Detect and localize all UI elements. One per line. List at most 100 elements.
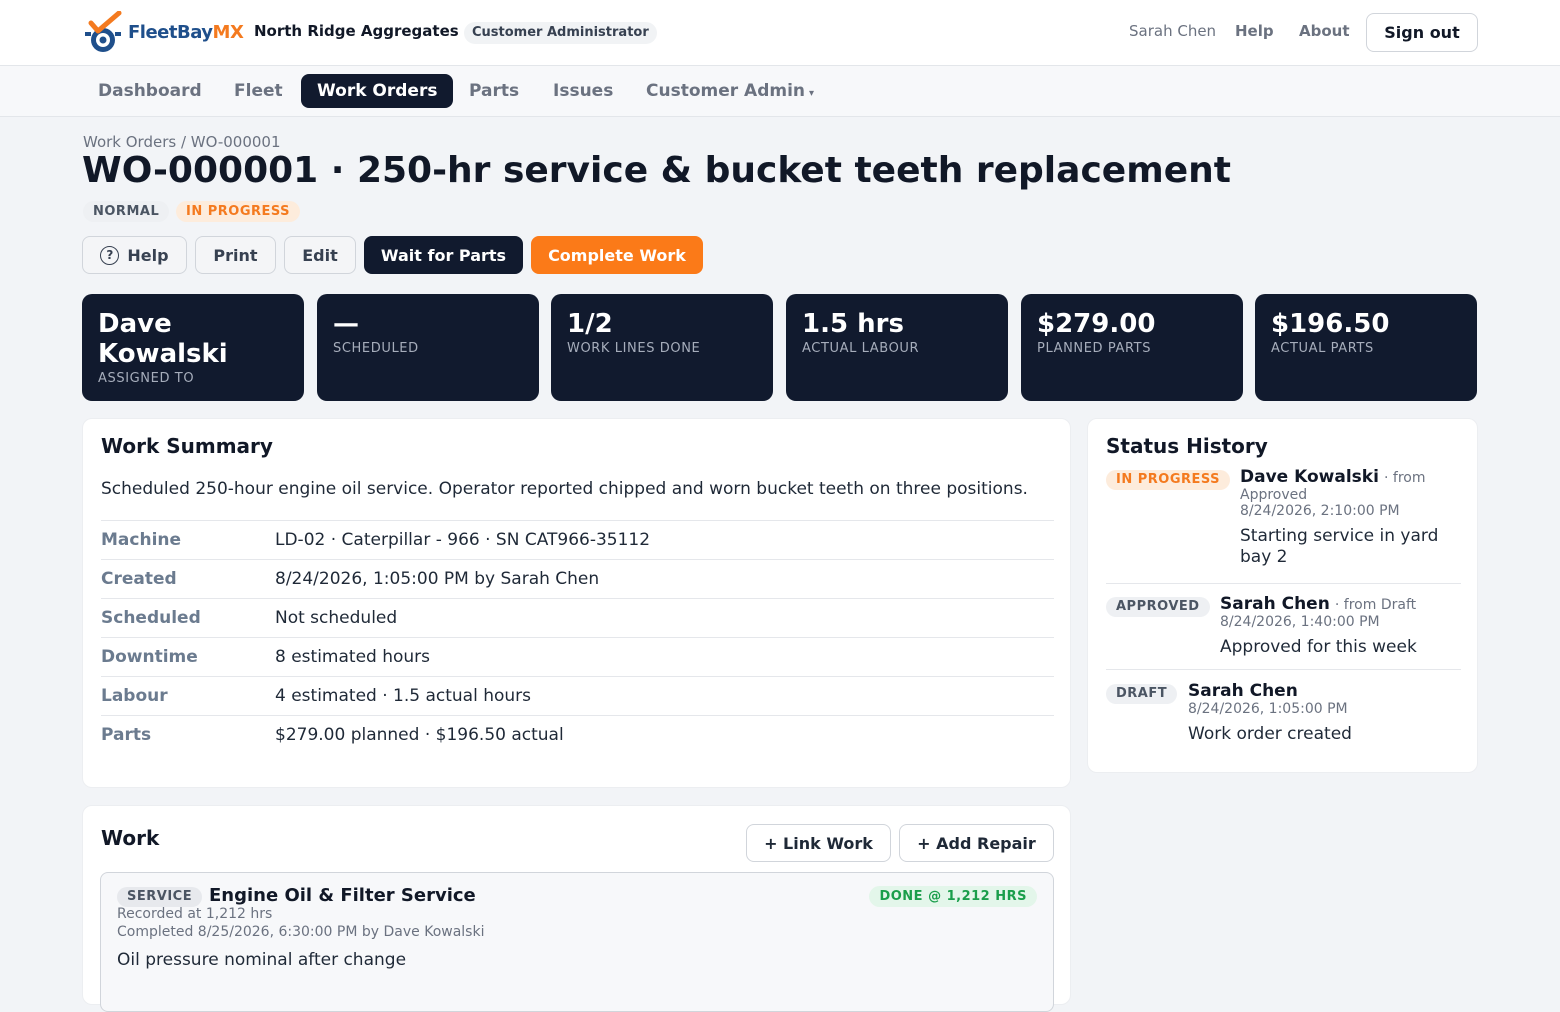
page-title: WO-000001 · 250-hr service & bucket teet… [82, 150, 1231, 191]
work-line-type-badge: SERVICE [117, 887, 203, 907]
history-user: Sarah Chen [1188, 681, 1298, 701]
complete-work-button[interactable]: Complete Work [531, 236, 703, 274]
history-from: · from [1384, 470, 1426, 486]
stat-label: ACTUAL PARTS [1271, 341, 1374, 356]
summary-key: Created [101, 569, 177, 589]
org-name: North Ridge Aggregates [254, 22, 459, 40]
summary-row-parts: Parts $279.00 planned · $196.50 actual [101, 715, 1054, 754]
history-note: Work order created [1188, 724, 1352, 744]
history-time: 8/24/2026, 1:05:00 PM [1188, 701, 1348, 717]
history-time: 8/24/2026, 2:10:00 PM [1240, 503, 1400, 519]
history-entry: IN PROGRESS Dave Kowalski · from Approve… [1106, 467, 1461, 584]
history-entry-body: Sarah Chen · from Draft 8/24/2026, 1:40:… [1220, 594, 1461, 658]
summary-key: Scheduled [101, 608, 201, 628]
summary-key: Downtime [101, 647, 198, 667]
history-status-badge: APPROVED [1106, 597, 1210, 617]
brand-name: FleetBayMX [128, 21, 244, 43]
stat-value: $196.50 [1271, 309, 1390, 339]
stat-label: SCHEDULED [333, 341, 419, 356]
stat-value: 1/2 [567, 309, 613, 339]
work-line-completed: Completed 8/25/2026, 6:30:00 PM by Dave … [117, 924, 485, 940]
summary-value: $279.00 planned · $196.50 actual [275, 725, 564, 745]
stat-label: ASSIGNED TO [98, 371, 195, 386]
stat-scheduled: — SCHEDULED [317, 294, 539, 401]
work-line-title: Engine Oil & Filter Service [209, 885, 476, 906]
work-line-note: Oil pressure nominal after change [117, 950, 407, 970]
main-nav: Dashboard Fleet Work Orders Parts Issues… [0, 66, 1560, 117]
role-badge: Customer Administrator [464, 22, 657, 44]
history-note: Starting service in yard bay 2 [1240, 526, 1439, 567]
work-summary-panel: Work Summary Scheduled 250-hour engine o… [82, 418, 1071, 788]
history-user: Sarah Chen [1220, 594, 1330, 614]
help-button-label: Help [127, 245, 169, 265]
add-repair-button[interactable]: + Add Repair [899, 824, 1054, 862]
chevron-down-icon: ▾ [809, 88, 815, 99]
history-entry-body: Dave Kowalski · from Approved 8/24/2026,… [1240, 467, 1461, 568]
summary-row-created: Created 8/24/2026, 1:05:00 PM by Sarah C… [101, 559, 1054, 598]
about-link[interactable]: About [1299, 22, 1350, 40]
nav-issues[interactable]: Issues [537, 74, 629, 108]
stat-assigned-to: Dave Kowalski ASSIGNED TO [82, 294, 304, 401]
work-panel: Work + Link Work + Add Repair SERVICE En… [82, 805, 1071, 1012]
history-status-badge: IN PROGRESS [1106, 470, 1231, 490]
priority-badge: NORMAL [83, 201, 170, 222]
nav-work-orders[interactable]: Work Orders [301, 74, 454, 108]
status-badge: IN PROGRESS [176, 201, 301, 222]
stat-value: — [333, 309, 359, 339]
work-title: Work [101, 826, 160, 850]
stat-label: PLANNED PARTS [1037, 341, 1152, 356]
stat-label: WORK LINES DONE [567, 341, 701, 356]
history-time: 8/24/2026, 1:40:00 PM [1220, 614, 1380, 630]
top-header: FleetBayMX North Ridge Aggregates Custom… [0, 0, 1560, 66]
stat-value: 1.5 hrs [802, 309, 904, 339]
breadcrumb[interactable]: Work Orders / WO-000001 [83, 133, 281, 151]
history-entry: APPROVED Sarah Chen · from Draft 8/24/20… [1106, 594, 1461, 670]
history-from-status: Approved [1240, 487, 1308, 503]
history-note: Approved for this week [1220, 637, 1417, 657]
nav-dashboard[interactable]: Dashboard [82, 74, 218, 108]
nav-fleet[interactable]: Fleet [218, 74, 299, 108]
help-icon: ? [100, 245, 120, 265]
history-status-badge: DRAFT [1106, 684, 1178, 704]
summary-key: Labour [101, 686, 168, 706]
nav-customer-admin[interactable]: Customer Admin ▾ [630, 74, 830, 108]
nav-parts[interactable]: Parts [453, 74, 535, 108]
status-history-title: Status History [1106, 434, 1268, 458]
work-summary-title: Work Summary [101, 434, 273, 458]
help-button[interactable]: ? Help [82, 236, 187, 274]
status-history-panel: Status History IN PROGRESS Dave Kowalski… [1087, 418, 1478, 773]
stat-value: $279.00 [1037, 309, 1156, 339]
stat-work-lines-done: 1/2 WORK LINES DONE [551, 294, 773, 401]
brand-name-mx: MX [212, 21, 244, 43]
stat-planned-parts: $279.00 PLANNED PARTS [1021, 294, 1243, 401]
summary-value: Not scheduled [275, 608, 398, 628]
summary-value: 8 estimated hours [275, 647, 431, 667]
history-user: Dave Kowalski [1240, 467, 1379, 487]
summary-value: 8/24/2026, 1:05:00 PM by Sarah Chen [275, 569, 600, 589]
link-work-button[interactable]: + Link Work [746, 824, 891, 862]
help-link[interactable]: Help [1235, 22, 1274, 40]
summary-value: 4 estimated · 1.5 actual hours [275, 686, 532, 706]
print-button[interactable]: Print [195, 236, 276, 274]
summary-key: Machine [101, 530, 182, 550]
summary-row-downtime: Downtime 8 estimated hours [101, 637, 1054, 676]
logo-mark-icon [83, 10, 127, 53]
sign-out-button[interactable]: Sign out [1366, 13, 1478, 52]
current-user-name: Sarah Chen [1129, 22, 1217, 40]
brand-logo[interactable]: FleetBayMX [83, 10, 244, 53]
history-from: · from Draft [1334, 597, 1417, 613]
work-line-recorded: Recorded at 1,212 hrs [117, 906, 273, 922]
summary-row-labour: Labour 4 estimated · 1.5 actual hours [101, 676, 1054, 715]
work-line-done-badge: DONE @ 1,212 HRS [869, 886, 1037, 907]
wait-for-parts-button[interactable]: Wait for Parts [364, 236, 523, 274]
brand-name-fleet: FleetBay [128, 21, 213, 43]
summary-row-scheduled: Scheduled Not scheduled [101, 598, 1054, 637]
stat-actual-parts: $196.50 ACTUAL PARTS [1255, 294, 1477, 401]
work-line-item[interactable]: SERVICE Engine Oil & Filter Service DONE… [100, 872, 1054, 1012]
history-entry: DRAFT Sarah Chen 8/24/2026, 1:05:00 PM W… [1106, 681, 1461, 754]
edit-button[interactable]: Edit [284, 236, 356, 274]
nav-customer-admin-label: Customer Admin [646, 81, 806, 101]
summary-value: LD-02 · Caterpillar - 966 · SN CAT966-35… [275, 530, 651, 550]
history-entry-body: Sarah Chen 8/24/2026, 1:05:00 PM Work or… [1188, 681, 1461, 745]
stat-label: ACTUAL LABOUR [802, 341, 920, 356]
